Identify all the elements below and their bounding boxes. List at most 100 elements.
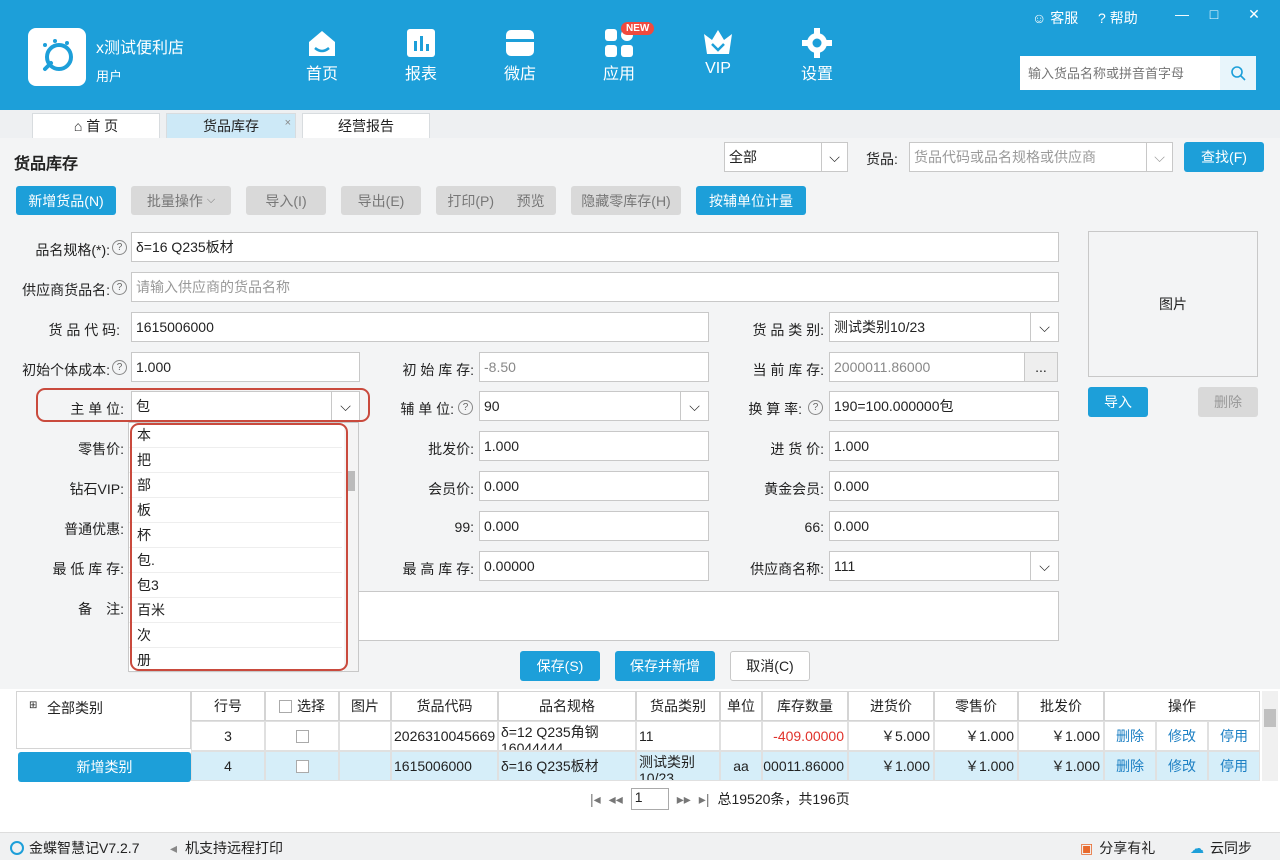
- add-category-button[interactable]: 新增类别: [18, 752, 191, 782]
- add-goods-button[interactable]: 新增货品(N): [16, 186, 116, 215]
- service-link[interactable]: ☺ 客服: [1032, 8, 1078, 28]
- nav-home[interactable]: 首页: [287, 28, 357, 88]
- tab-inventory[interactable]: 货品库存 ×: [166, 113, 296, 138]
- cloud-sync-link[interactable]: ☁ 云同步: [1190, 838, 1252, 858]
- row-checkbox[interactable]: [265, 721, 339, 751]
- nav-apps[interactable]: 应用: [584, 28, 654, 88]
- row-code: 2026310045669: [391, 721, 498, 751]
- price-66-input[interactable]: 0.000: [829, 511, 1059, 541]
- disable-link[interactable]: 停用: [1208, 721, 1260, 751]
- nav-settings[interactable]: 设置: [782, 28, 852, 88]
- min-stock-label: 最 低 库 存:: [52, 561, 124, 577]
- goods-search-placeholder: 货品代码或品名规格或供应商: [914, 149, 1096, 165]
- checkbox-box[interactable]: [295, 729, 309, 743]
- delete-link[interactable]: 删除: [1104, 721, 1156, 751]
- page-input[interactable]: 1: [630, 788, 669, 810]
- prev-page-icon[interactable]: ◂◂: [609, 791, 623, 808]
- supplier-name-label: 供应商货品名:: [22, 282, 110, 298]
- supplier-select[interactable]: 111 ⌵: [829, 551, 1059, 581]
- help-icon[interactable]: ?: [112, 360, 127, 375]
- category-select[interactable]: 测试类别10/23 ⌵: [829, 312, 1059, 342]
- share-link[interactable]: ▣ 分享有礼: [1080, 838, 1155, 858]
- next-page-icon[interactable]: ▸▸: [677, 791, 691, 808]
- nav-report-label: 报表: [404, 66, 437, 83]
- gold-member-input[interactable]: 0.000: [829, 471, 1059, 501]
- category-filter-select[interactable]: 全部 ⌵: [724, 142, 848, 172]
- table-scrollbar[interactable]: [1262, 691, 1278, 781]
- init-cost-input[interactable]: 1.000: [131, 352, 360, 382]
- main-unit-highlight: [36, 388, 370, 422]
- init-stock-input[interactable]: -8.50: [479, 352, 709, 382]
- wholesale-input[interactable]: 1.000: [479, 431, 709, 461]
- purchase-input[interactable]: 1.000: [829, 431, 1059, 461]
- checkbox-box[interactable]: [295, 759, 309, 773]
- search-button[interactable]: [1220, 56, 1256, 90]
- nav-apps-label: 应用: [602, 66, 635, 83]
- user-label: 用户: [96, 69, 123, 84]
- nav-vip[interactable]: VIP: [683, 28, 753, 88]
- nav-home-label: 首页: [305, 66, 338, 83]
- close-button[interactable]: ✕: [1244, 6, 1264, 26]
- batch-button[interactable]: 批量操作 ⌵: [131, 186, 231, 215]
- disable-link[interactable]: 停用: [1208, 751, 1260, 781]
- aux-unit-select[interactable]: 90 ⌵: [479, 391, 709, 421]
- help-link[interactable]: ? 帮助: [1098, 8, 1138, 28]
- save-new-button[interactable]: 保存并新增: [615, 651, 715, 681]
- code-input[interactable]: 1615006000: [131, 312, 709, 342]
- export-button[interactable]: 导出(E): [341, 186, 421, 215]
- supplier-name-input[interactable]: 请输入供应商的货品名称: [131, 272, 1059, 302]
- edit-link[interactable]: 修改: [1156, 721, 1208, 751]
- delete-photo-button[interactable]: 删除: [1198, 387, 1258, 417]
- col-stock: 库存数量: [762, 691, 848, 721]
- find-button[interactable]: 查找(F): [1184, 142, 1264, 172]
- nav-shop[interactable]: 微店: [485, 28, 555, 88]
- dropdown-scroll-thumb[interactable]: [347, 471, 355, 491]
- name-input[interactable]: δ=16 Q235板材: [131, 232, 1059, 262]
- member-price-input[interactable]: 0.000: [479, 471, 709, 501]
- tab-home[interactable]: ⌂ 首 页: [32, 113, 160, 138]
- tree-root-label[interactable]: 全部类别: [47, 698, 103, 718]
- global-search-input[interactable]: [1020, 56, 1220, 90]
- goods-search-select[interactable]: 货品代码或品名规格或供应商 ⌵: [909, 142, 1173, 172]
- nav-settings-label: 设置: [800, 66, 833, 83]
- minimize-button[interactable]: —: [1172, 6, 1192, 26]
- hide-zero-button[interactable]: 隐藏零库存(H): [571, 186, 681, 215]
- expand-icon[interactable]: ⊞: [29, 700, 37, 711]
- select-all-checkbox[interactable]: [279, 699, 292, 713]
- row-checkbox[interactable]: [265, 751, 339, 781]
- goods-label: 货品:: [866, 151, 898, 167]
- cancel-button[interactable]: 取消(C): [730, 651, 810, 681]
- help-icon[interactable]: ?: [112, 240, 127, 255]
- help-icon[interactable]: ?: [112, 280, 127, 295]
- maximize-button[interactable]: □: [1204, 6, 1224, 26]
- save-button[interactable]: 保存(S): [520, 651, 600, 681]
- print-button[interactable]: 打印(P) 预览: [436, 186, 556, 215]
- import-button[interactable]: 导入(I): [246, 186, 326, 215]
- help-icon[interactable]: ?: [458, 400, 473, 415]
- max-stock-input[interactable]: 0.00000: [479, 551, 709, 581]
- delete-link[interactable]: 删除: [1104, 751, 1156, 781]
- service-label: 客服: [1050, 10, 1079, 26]
- nav-report[interactable]: 报表: [386, 28, 456, 88]
- ratio-input[interactable]: 190=100.000000包: [829, 391, 1059, 421]
- aux-unit-button[interactable]: 按辅单位计量: [696, 186, 806, 215]
- price-99-input[interactable]: 0.000: [479, 511, 709, 541]
- help-icon[interactable]: ?: [808, 400, 823, 415]
- tab-report[interactable]: 经营报告: [302, 113, 430, 138]
- first-page-icon[interactable]: |◂: [590, 791, 601, 808]
- headset-icon: ☺: [1032, 10, 1047, 26]
- chevron-down-icon: ⌵: [821, 143, 847, 171]
- tab-close-icon[interactable]: ×: [285, 117, 291, 129]
- last-page-icon[interactable]: ▸|: [699, 791, 710, 808]
- stock-detail-button[interactable]: ...: [1024, 352, 1058, 382]
- logo-icon: [43, 39, 73, 71]
- col-select[interactable]: 选择: [265, 691, 339, 721]
- remote-print-notice[interactable]: ◂ 机支持远程打印: [170, 838, 283, 858]
- edit-link[interactable]: 修改: [1156, 751, 1208, 781]
- new-badge: NEW: [621, 22, 655, 35]
- preview-label[interactable]: 预览: [517, 191, 545, 211]
- import-photo-button[interactable]: 导入: [1088, 387, 1148, 417]
- scrollbar-thumb[interactable]: [1264, 709, 1276, 727]
- col-name: 品名规格: [498, 691, 636, 721]
- print-label[interactable]: 打印(P): [447, 191, 494, 211]
